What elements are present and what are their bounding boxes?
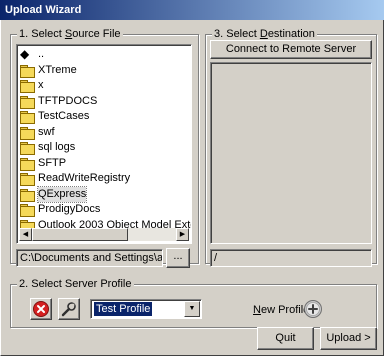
source-file-group: 1. Select Source File ◆ .. XTreme x TFTPDO…	[10, 28, 199, 268]
list-item[interactable]: sql logs	[19, 140, 191, 156]
edit-profile-button[interactable]	[58, 298, 80, 320]
horizontal-scrollbar[interactable]: ◀ ▶	[19, 228, 189, 241]
new-profile-button[interactable]	[303, 299, 323, 319]
scroll-left-arrow-icon[interactable]: ◀	[19, 228, 32, 241]
scroll-thumb[interactable]	[32, 228, 128, 241]
browse-button[interactable]: ...	[166, 248, 190, 268]
list-item[interactable]: TFTPDOCS	[19, 94, 191, 110]
source-file-list[interactable]: ◆ .. XTreme x TFTPDOCS TestCases swf sql logs…	[16, 44, 192, 244]
list-item-label: XTreme	[38, 63, 77, 76]
folder-icon	[20, 173, 35, 187]
list-item[interactable]: QExpress	[19, 185, 191, 203]
remote-file-list[interactable]	[210, 62, 372, 244]
list-item[interactable]: XTreme	[19, 63, 191, 79]
server-profile-legend: 2. Select Server Profile	[17, 278, 134, 291]
destination-group: 3. Select Destination Connect to Remote …	[205, 28, 377, 267]
upload-button[interactable]: Upload >	[320, 327, 377, 350]
folder-icon	[20, 204, 35, 218]
delete-profile-button[interactable]	[30, 298, 52, 320]
list-item-label: SFTP	[38, 156, 67, 169]
dropdown-arrow-icon[interactable]: ▼	[184, 301, 200, 317]
list-item[interactable]: ProdigyDocs	[19, 202, 191, 218]
selected-profile: Test Profile	[94, 302, 153, 316]
source-file-legend: 1. Select Source File	[17, 28, 123, 41]
list-item[interactable]: ReadWriteRegistry	[19, 171, 191, 187]
folder-icon	[20, 95, 35, 109]
list-item[interactable]: swf	[19, 125, 191, 141]
wrench-icon	[61, 302, 76, 317]
folder-icon	[20, 157, 35, 171]
server-profile-dropdown[interactable]: Test Profile ▼	[90, 299, 202, 319]
source-path-field: C:\Documents and Settings\asim\	[16, 249, 163, 267]
list-item-parent-folder[interactable]: ◆ ..	[19, 47, 191, 63]
file-list-items: ◆ .. XTreme x TFTPDOCS TestCases swf sql logs…	[19, 47, 191, 229]
list-item-label: ReadWriteRegistry	[38, 172, 131, 185]
folder-icon	[20, 126, 35, 140]
list-item[interactable]: TestCases	[19, 109, 191, 125]
list-item[interactable]: x	[19, 78, 191, 94]
window-body: 1. Select Source File ◆ .. XTreme x TFTPDO…	[0, 20, 384, 356]
folder-icon	[20, 188, 35, 202]
up-folder-icon: ◆	[20, 47, 30, 62]
scroll-right-arrow-icon[interactable]: ▶	[176, 228, 189, 241]
window-title: Upload Wizard	[0, 0, 384, 20]
list-item-label: sql logs	[38, 141, 76, 154]
new-profile-label: New Profile	[253, 304, 310, 316]
list-item-label: x	[38, 79, 44, 92]
list-item-label: swf	[38, 125, 55, 138]
quit-button[interactable]: Quit	[257, 327, 314, 350]
delete-icon	[33, 301, 49, 317]
folder-icon	[20, 64, 35, 78]
list-item[interactable]: SFTP	[19, 156, 191, 172]
list-item-label: QExpress	[36, 185, 88, 203]
folder-icon	[20, 111, 35, 125]
folder-icon	[20, 142, 35, 156]
list-item-label: ProdigyDocs	[38, 203, 101, 216]
remote-path-field: /	[210, 249, 372, 267]
list-item-label: TestCases	[38, 110, 90, 123]
folder-icon	[20, 80, 35, 94]
connect-remote-server-button[interactable]: Connect to Remote Server	[210, 40, 372, 59]
list-item-label: TFTPDOCS	[38, 94, 98, 107]
server-profile-group: 2. Select Server Profile Test Profile ▼ …	[10, 278, 377, 328]
add-icon	[304, 300, 322, 318]
